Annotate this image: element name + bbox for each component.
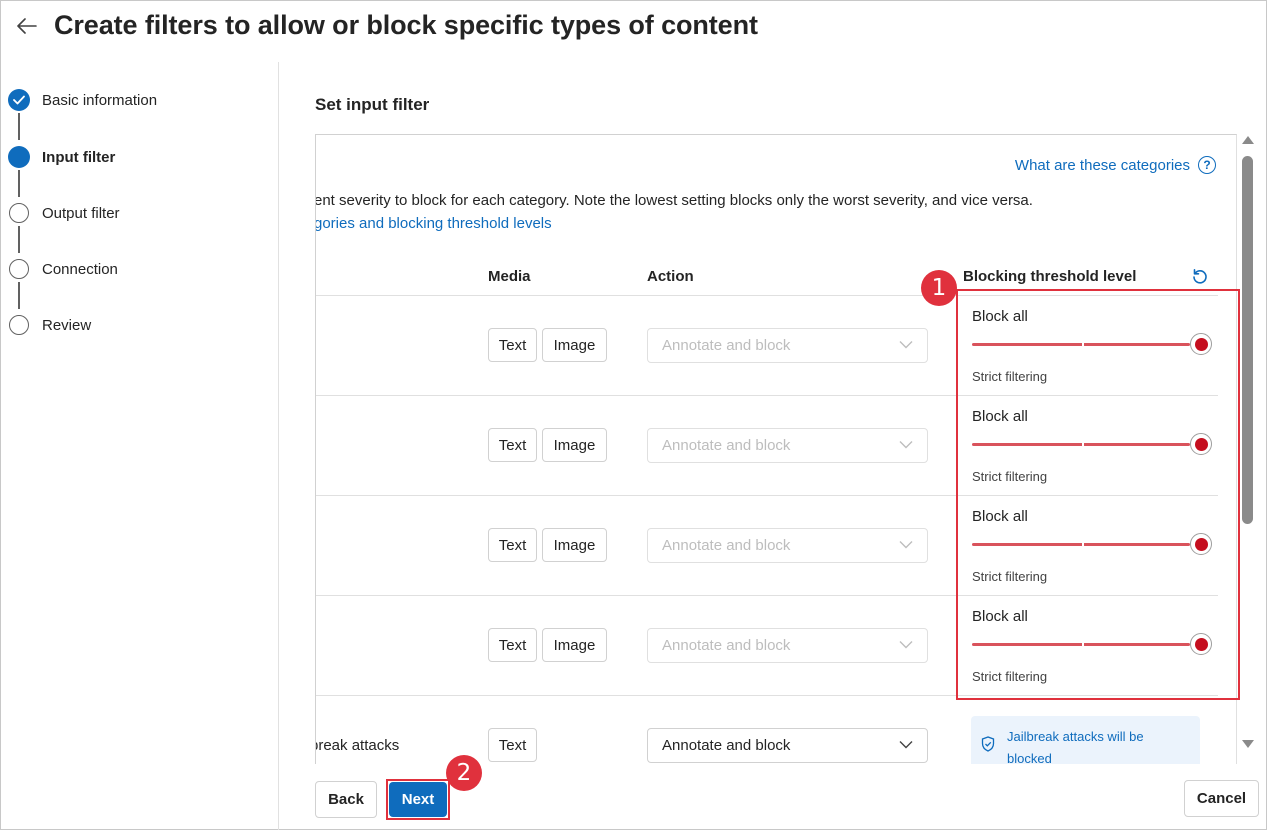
jailbreak-action-dropdown[interactable]: Annotate and block bbox=[647, 728, 928, 763]
media-text-chip: Text bbox=[488, 628, 537, 662]
action-dropdown[interactable]: Annotate and block bbox=[647, 528, 928, 563]
column-header-action: Action bbox=[647, 268, 694, 285]
current-step-icon bbox=[8, 146, 30, 168]
step-output-filter[interactable]: Output filter bbox=[8, 201, 120, 225]
back-arrow-icon[interactable] bbox=[14, 12, 40, 40]
shield-check-icon bbox=[981, 736, 995, 752]
categories-thresholds-link[interactable]: gories and blocking threshold levels bbox=[316, 215, 552, 232]
scroll-down-arrow-icon[interactable] bbox=[1242, 740, 1254, 748]
vertical-scrollbar[interactable] bbox=[1237, 134, 1259, 764]
step-connector bbox=[18, 282, 20, 309]
media-image-chip: Image bbox=[542, 628, 607, 662]
scroll-thumb[interactable] bbox=[1242, 156, 1253, 524]
next-button[interactable]: Next bbox=[389, 782, 447, 817]
reset-icon[interactable] bbox=[1189, 266, 1211, 288]
annotation-highlight-thresholds bbox=[956, 289, 1240, 700]
step-connection[interactable]: Connection bbox=[8, 257, 118, 281]
checkmark-icon bbox=[8, 89, 30, 111]
action-dropdown[interactable]: Annotate and block bbox=[647, 628, 928, 663]
cancel-button[interactable]: Cancel bbox=[1184, 780, 1259, 817]
description-text: ent severity to block for each category.… bbox=[315, 192, 1033, 209]
step-label: Connection bbox=[42, 260, 118, 278]
step-connector bbox=[18, 226, 20, 253]
action-dropdown[interactable]: Annotate and block bbox=[647, 428, 928, 463]
wizard-stepper: Basic information Input filter Output fi… bbox=[0, 62, 278, 830]
step-basic-information[interactable]: Basic information bbox=[8, 88, 157, 112]
jailbreak-label: break attacks bbox=[315, 737, 400, 754]
action-value: Annotate and block bbox=[662, 537, 791, 554]
chevron-down-icon bbox=[899, 741, 913, 749]
step-connector bbox=[18, 170, 20, 197]
media-image-chip: Image bbox=[542, 428, 607, 462]
back-button[interactable]: Back bbox=[315, 781, 377, 818]
scroll-up-arrow-icon[interactable] bbox=[1242, 136, 1254, 144]
pending-step-icon bbox=[9, 315, 29, 335]
sidebar-divider bbox=[278, 62, 279, 830]
jailbreak-info-text: Jailbreak attacks will be blocked bbox=[1007, 729, 1144, 764]
page-title: Create filters to allow or block specifi… bbox=[54, 10, 758, 40]
media-text-chip: Text bbox=[488, 528, 537, 562]
chevron-down-icon bbox=[899, 341, 913, 349]
chevron-down-icon bbox=[899, 641, 913, 649]
what-are-categories-link[interactable]: What are these categories ? bbox=[1015, 156, 1216, 174]
column-header-media: Media bbox=[488, 268, 531, 285]
step-label: Output filter bbox=[42, 204, 120, 222]
step-input-filter[interactable]: Input filter bbox=[8, 145, 115, 169]
chevron-down-icon bbox=[899, 441, 913, 449]
step-label: Review bbox=[42, 316, 92, 334]
action-dropdown[interactable]: Annotate and block bbox=[647, 328, 928, 363]
section-title: Set input filter bbox=[315, 95, 430, 114]
media-image-chip: Image bbox=[542, 528, 607, 562]
action-value: Annotate and block bbox=[662, 737, 791, 754]
action-value: Annotate and block bbox=[662, 337, 791, 354]
pending-step-icon bbox=[9, 203, 29, 223]
action-value: Annotate and block bbox=[662, 637, 791, 654]
step-review[interactable]: Review bbox=[8, 313, 91, 337]
media-image-chip: Image bbox=[542, 328, 607, 362]
what-link-text: What are these categories bbox=[1014, 156, 1190, 174]
media-text-chip: Text bbox=[488, 428, 537, 462]
step-connector bbox=[18, 113, 20, 140]
step-label: Input filter bbox=[42, 148, 116, 166]
jailbreak-row: break attacks Text Annotate and block Ja… bbox=[316, 696, 1236, 764]
media-text-chip: Text bbox=[488, 328, 537, 362]
pending-step-icon bbox=[9, 259, 29, 279]
chevron-down-icon bbox=[899, 541, 913, 549]
column-header-threshold: Blocking threshold level bbox=[963, 268, 1137, 285]
annotation-badge-1: 1 bbox=[921, 270, 957, 306]
step-label: Basic information bbox=[42, 91, 158, 109]
action-value: Annotate and block bbox=[662, 437, 791, 454]
help-icon: ? bbox=[1198, 156, 1216, 174]
annotation-badge-2: 2 bbox=[446, 755, 482, 791]
jailbreak-info-box: Jailbreak attacks will be blocked bbox=[971, 716, 1200, 764]
media-text-chip: Text bbox=[488, 728, 537, 762]
